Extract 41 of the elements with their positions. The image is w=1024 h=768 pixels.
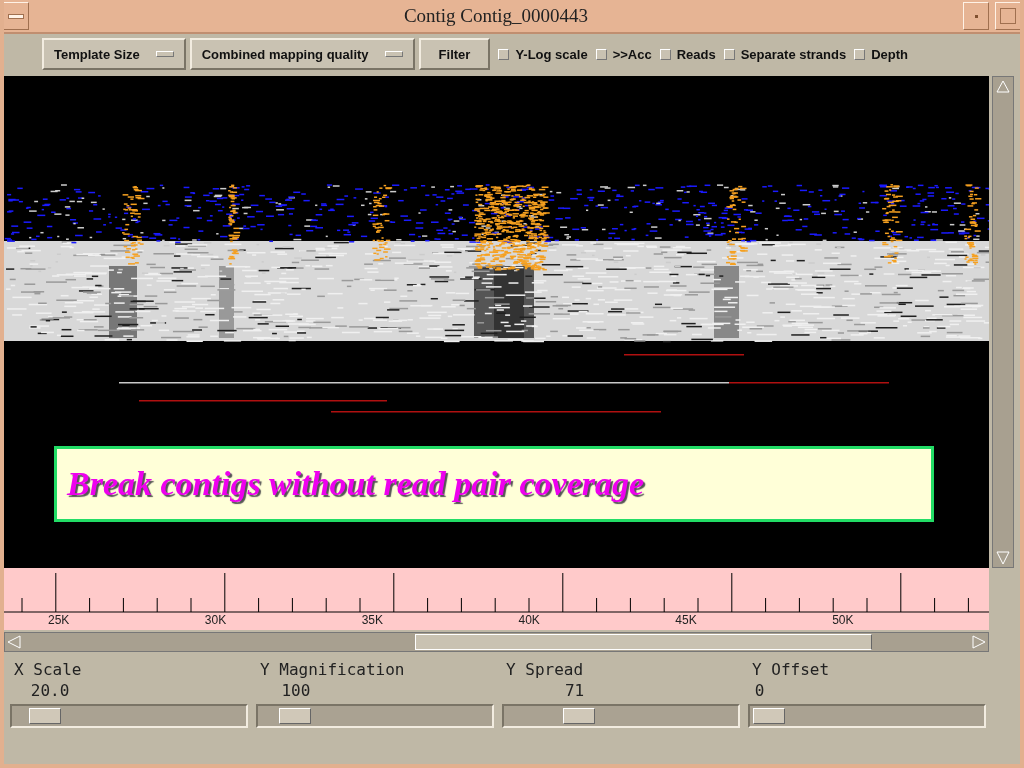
ruler-label: 50K [832,613,855,627]
ruler-label: 30K [204,613,228,627]
ruler-label: 25K [48,613,71,627]
slider-label: X Scale [13,660,83,679]
checkbox[interactable]: Depth [854,46,909,62]
annotation-caption: Break contigs without read pair coverage [54,446,934,522]
maximize-button[interactable] [995,2,1020,30]
slider-value: 100 [280,681,312,700]
checkbox[interactable]: Separate strands [723,46,847,62]
ruler-label: 35K [361,613,384,627]
checkbox[interactable]: Y-Log scale [498,46,588,62]
slider-label: Y Magnification [259,660,406,679]
slider-track[interactable] [502,704,740,728]
scroll-thumb[interactable] [415,634,872,650]
checkbox[interactable]: Reads [659,46,716,62]
option-menu[interactable]: Template Size [42,38,186,70]
option-menu[interactable]: Combined mapping quality [189,38,415,70]
slider-value: 20.0 [29,681,71,700]
slider-track[interactable] [748,704,986,728]
slider-thumb[interactable] [752,708,785,724]
slider-track[interactable] [10,704,248,728]
scroll-left-icon[interactable] [5,633,23,651]
minimize-button[interactable] [963,2,989,30]
ruler-label: 40K [518,613,541,627]
slider-label: Y Spread [505,660,585,679]
slider-value: 71 [563,681,586,700]
scroll-right-icon[interactable] [970,633,988,651]
checkbox[interactable]: >>Acc [595,46,652,62]
scroll-down-icon[interactable] [993,549,1013,567]
slider-thumb[interactable] [562,708,595,724]
slider-label: Y Offset [751,660,831,679]
slider-value: 0 [753,681,766,700]
slider-track[interactable] [256,704,494,728]
horizontal-scrollbar[interactable] [4,632,989,652]
window-menu-button[interactable] [4,2,29,30]
vertical-scrollbar[interactable] [992,76,1014,568]
ruler-label: 45K [675,613,698,627]
slider-thumb[interactable] [279,708,312,724]
filter-button[interactable]: Filter [418,38,491,70]
window-title: Contig Contig_0000443 [402,5,590,27]
slider-thumb[interactable] [28,708,61,724]
